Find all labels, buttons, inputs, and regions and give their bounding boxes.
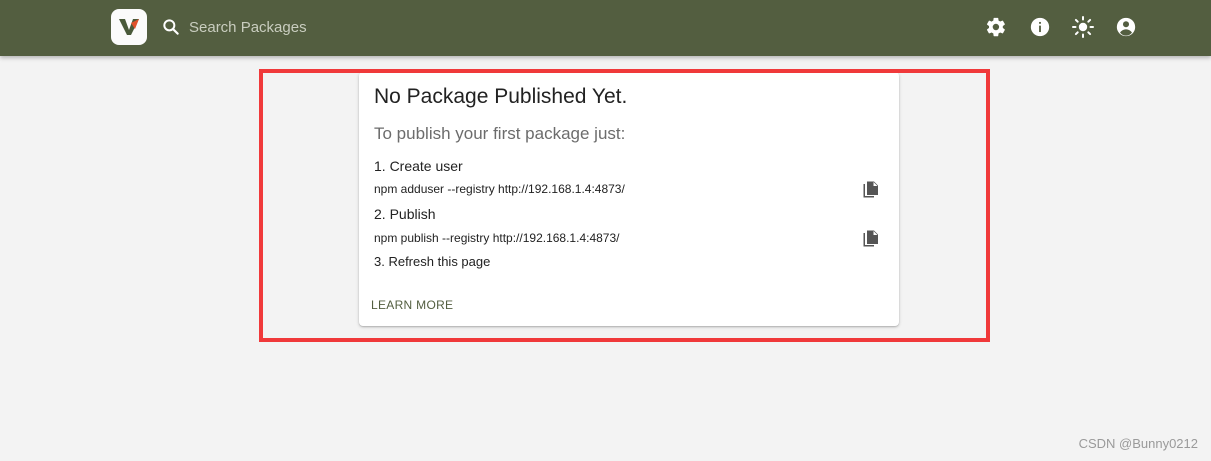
gear-icon[interactable]: [984, 15, 1008, 39]
card-title: No Package Published Yet.: [374, 85, 628, 108]
verdaccio-logo[interactable]: [111, 9, 147, 45]
watermark: CSDN @Bunny0212: [1078, 436, 1198, 451]
publish-command: npm publish --registry http://192.168.1.…: [374, 231, 620, 245]
app-bar: [0, 0, 1211, 56]
card-subtitle: To publish your first package just:: [374, 124, 626, 143]
step-refresh: 3. Refresh this page: [374, 254, 491, 269]
copy-icon[interactable]: [862, 180, 880, 200]
adduser-command: npm adduser --registry http://192.168.1.…: [374, 182, 625, 196]
copy-icon[interactable]: [862, 229, 880, 249]
learn-more-button[interactable]: LEARN MORE: [371, 298, 453, 312]
no-package-card: No Package Published Yet. To publish you…: [359, 72, 899, 326]
info-icon[interactable]: [1028, 15, 1052, 39]
search-bar: [161, 14, 489, 40]
search-icon: [161, 17, 181, 37]
step-create-user: 1. Create user: [374, 158, 463, 174]
search-input[interactable]: [189, 18, 489, 36]
account-icon[interactable]: [1114, 15, 1138, 39]
step-publish: 2. Publish: [374, 206, 436, 222]
brightness-icon[interactable]: [1071, 15, 1095, 39]
